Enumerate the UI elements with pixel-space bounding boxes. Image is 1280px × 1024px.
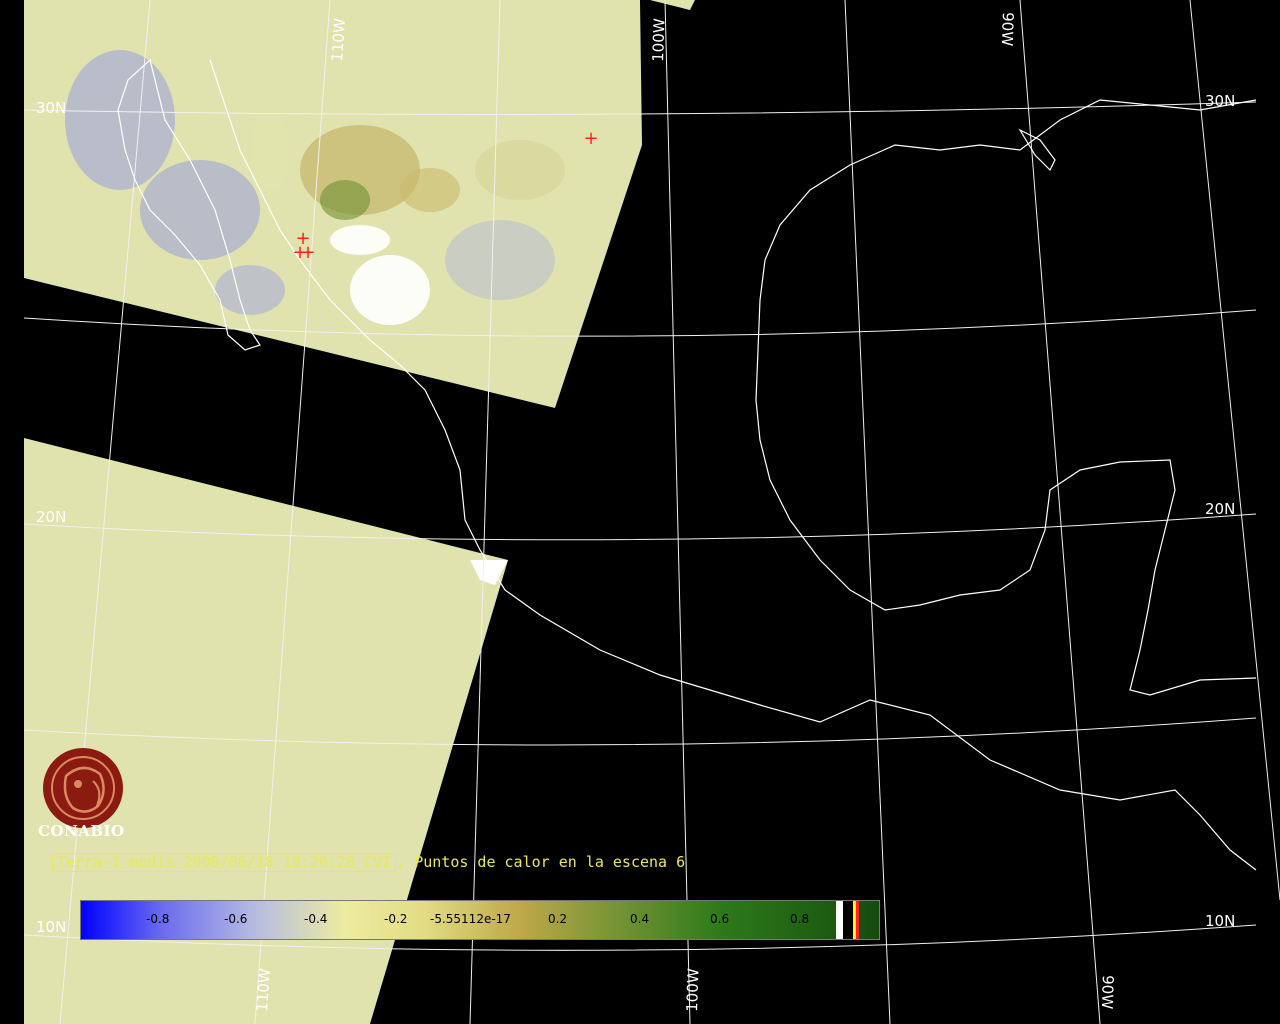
conabio-logo-text: CONABIO [38, 822, 125, 840]
lat-label-30n-left: 30N [36, 99, 66, 117]
colorbar-tick: -0.2 [384, 912, 408, 926]
lon-line-95w [844, 0, 891, 1024]
lon-label-90w-top: 90W [998, 12, 1017, 47]
hotspot-count-label: , Puntos de calor en la escena 6 [396, 853, 686, 871]
colorbar-tick: 0.2 [548, 912, 568, 926]
lat-label-20n-right: 20N [1205, 500, 1235, 518]
lon-label-90w-bottom: 90W [1098, 975, 1117, 1010]
lon-line-90w [1019, 0, 1101, 1024]
lat-label-10n-right: 10N [1205, 912, 1235, 930]
map-viewer: + + + + 30N 30N 20N 20N 10N 10N 110W 100… [0, 0, 1280, 1024]
hotspot-marker: + [300, 242, 315, 263]
colorbar-tick: 0.8 [790, 912, 810, 926]
hotspot-marker: + [583, 128, 598, 149]
upper-swath-top-sliver [650, 0, 695, 10]
colorbar-tick: -0.8 [146, 912, 170, 926]
gulf-coast [755, 99, 1257, 696]
colorbar-class-white [836, 901, 843, 939]
lat-label-30n-right: 30N [1205, 92, 1235, 110]
scene-caption: Terra-1 modis 2009/06/18 18:20:20 CVI, P… [52, 852, 685, 872]
lat-label-20n-left: 20N [36, 508, 66, 526]
delta [1018, 128, 1056, 172]
colorbar-tick: -0.4 [304, 912, 328, 926]
colorbar-tick: -0.6 [224, 912, 248, 926]
lon-label-100w-top: 100W [649, 18, 669, 62]
lon-label-110w-top: 110W [328, 17, 349, 62]
lat-label-10n-left: 10N [36, 918, 66, 936]
scene-id-label: Terra-1 modis 2009/06/18 18:20:20 CVI [52, 853, 397, 872]
colorbar-class-black [843, 901, 853, 939]
colorbar-tick: 0.6 [710, 912, 730, 926]
colorbar-tick: -5.55112e-17 [430, 912, 511, 926]
colorbar-tick: 0.4 [630, 912, 650, 926]
colorbar-class-red [856, 901, 859, 939]
lon-line-85w [1189, 0, 1280, 901]
lon-label-100w-bottom: 100W [683, 968, 703, 1012]
lon-label-110w-bottom: 110W [253, 967, 274, 1012]
